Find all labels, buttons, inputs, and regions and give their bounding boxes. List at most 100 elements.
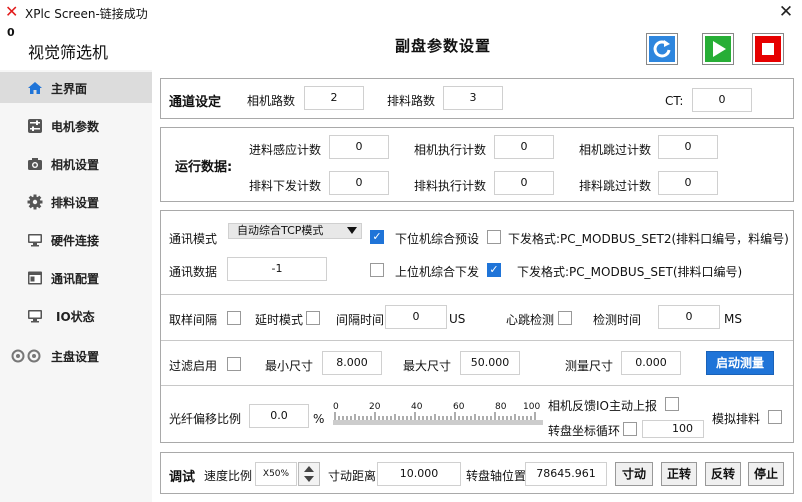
axis-position-field: 78645.961	[525, 462, 607, 486]
slider-tick-label: 0	[333, 402, 339, 412]
speed-ratio-label: 速度比例	[204, 469, 253, 483]
discharge-skip-count-field: 0	[658, 171, 718, 195]
detect-time-unit: MS	[724, 312, 742, 326]
sidebar-item-comm-config[interactable]: 通讯配置	[0, 262, 152, 293]
sidebar-item-io-status[interactable]: IO状态	[0, 300, 152, 331]
heartbeat-checkbox[interactable]	[558, 311, 572, 325]
refresh-button[interactable]	[646, 33, 678, 65]
gap-time-field[interactable]: 0	[385, 305, 447, 329]
sidebar-item-hardware[interactable]: 硬件连接	[0, 224, 152, 255]
preset-label: 下位机综合预设	[395, 232, 480, 246]
camera-skip-count-label: 相机跳过计数	[579, 143, 652, 157]
sim-discharge-label: 模拟排料	[712, 412, 761, 426]
sidebar-item-label: 通讯配置	[51, 272, 100, 286]
sidebar-item-main-disc[interactable]: 主盘设置	[0, 340, 152, 371]
filter-enable-checkbox[interactable]	[227, 357, 241, 371]
format-label: 下发格式:PC_MODBUS_SET(排料口编号)	[517, 265, 743, 279]
delay-mode-checkbox[interactable]	[306, 311, 320, 325]
gap-time-unit: US	[449, 312, 466, 326]
slider-tick-label: 60	[453, 402, 465, 412]
stepper-up-icon[interactable]	[304, 466, 314, 472]
channel-panel: 通道设定 相机路数 2 排料路数 3 CT: 0	[160, 78, 794, 119]
forward-button[interactable]: 正转	[661, 462, 697, 486]
window-title: XPlc Screen-链接成功	[25, 7, 148, 21]
ct-label: CT:	[665, 94, 684, 108]
refresh-icon	[649, 36, 675, 62]
min-size-label: 最小尺寸	[265, 359, 314, 373]
detect-time-label: 检测时间	[593, 313, 642, 327]
upper-send-checkbox[interactable]	[370, 263, 384, 277]
sample-interval-checkbox[interactable]	[227, 311, 241, 325]
sidebar-item-label: 主界面	[51, 82, 88, 96]
ct-field[interactable]: 0	[692, 88, 752, 112]
feedback-io-label: 相机反馈IO主动上报	[548, 399, 657, 413]
min-size-field[interactable]: 8.000	[322, 351, 382, 375]
stepper-down-icon[interactable]	[304, 476, 314, 482]
start-measure-button[interactable]: 启动测量	[706, 351, 774, 375]
window-close-button[interactable]: ✕	[776, 2, 796, 22]
sidebar-item-label: 主盘设置	[51, 350, 100, 364]
slider-tick-label: 100	[523, 402, 541, 412]
format2-label: 下发格式:PC_MODBUS_SET2(排料口编号，料编号)	[508, 232, 789, 246]
upper-send-label: 上位机综合下发	[395, 265, 480, 279]
comm-mode-label: 通讯模式	[169, 232, 218, 246]
feed-sense-count-field: 0	[329, 135, 389, 159]
sidebar-item-discharge[interactable]: 排料设置	[0, 186, 152, 217]
monitor-icon	[28, 310, 42, 323]
stop-motion-button[interactable]: 停止	[748, 462, 784, 486]
sampling-section: 取样间隔 延时模式 间隔时间 0 US 心跳检测 检测时间 0 MS	[161, 295, 793, 341]
fiber-section: 光纤偏移比例 0.0 % 0 20 40 60 80 100 相机反馈IO主动上…	[161, 386, 793, 444]
jog-distance-field[interactable]: 10.000	[377, 462, 461, 486]
format-checkbox[interactable]: ✓	[487, 263, 501, 277]
sliders-icon	[28, 119, 42, 133]
sidebar-item-label: 相机设置	[51, 158, 100, 172]
disc-loop-label: 转盘坐标循环	[548, 424, 621, 438]
comm-data-field[interactable]: -1	[227, 257, 327, 281]
slider-tick-label: 80	[495, 402, 507, 412]
measure-size-field: 0.000	[621, 351, 681, 375]
camera-count-field[interactable]: 2	[304, 86, 364, 110]
feedback-io-checkbox[interactable]	[665, 397, 679, 411]
speed-ratio-stepper[interactable]	[298, 462, 320, 486]
title-bar: ✕ XPlc Screen-链接成功 ✕	[0, 0, 802, 26]
detect-time-field[interactable]: 0	[658, 305, 720, 329]
measure-size-label: 测量尺寸	[565, 359, 614, 373]
fiber-offset-field[interactable]: 0.0	[249, 404, 309, 428]
jog-button[interactable]: 寸动	[615, 462, 653, 486]
sidebar-item-label: 硬件连接	[51, 234, 100, 248]
camera-exec-count-field: 0	[494, 135, 554, 159]
feed-sense-count-label: 进料感应计数	[249, 143, 322, 157]
sidebar-item-motor[interactable]: 电机参数	[0, 110, 152, 141]
stop-icon	[755, 36, 781, 62]
max-size-field[interactable]: 50.000	[460, 351, 520, 375]
counter-text: 0	[7, 26, 15, 39]
discharge-count-field[interactable]: 3	[443, 86, 503, 110]
sidebar-item-home[interactable]: 主界面	[0, 72, 152, 103]
debug-panel: 调试 速度比例 X50% 寸动距离 10.000 转盘轴位置 78645.961…	[160, 452, 794, 494]
speed-ratio-field[interactable]: X50%	[255, 462, 297, 486]
stop-button[interactable]	[752, 33, 784, 65]
camera-skip-count-field: 0	[658, 135, 718, 159]
chevron-down-icon	[347, 227, 357, 234]
comm-mode-select[interactable]: 自动综合TCP模式	[228, 223, 362, 239]
start-button[interactable]	[702, 33, 734, 65]
app-name: 视觉筛选机	[28, 43, 109, 62]
discharge-exec-count-field: 0	[494, 171, 554, 195]
comm-section: 通讯模式 自动综合TCP模式 ✓ 下位机综合预设 下发格式:PC_MODBUS_…	[161, 211, 793, 295]
sim-discharge-checkbox[interactable]	[768, 410, 782, 424]
slider-ruler	[333, 412, 543, 425]
sidebar-item-camera[interactable]: 相机设置	[0, 148, 152, 179]
slider-tick-label: 20	[369, 402, 381, 412]
format2-checkbox[interactable]	[487, 230, 501, 244]
axis-position-label: 转盘轴位置	[466, 469, 527, 483]
disc-loop-checkbox[interactable]	[623, 422, 637, 436]
reverse-button[interactable]: 反转	[705, 462, 741, 486]
discharge-send-count-label: 排料下发计数	[249, 179, 322, 193]
preset-checkbox[interactable]: ✓	[370, 230, 384, 244]
discharge-exec-count-label: 排料执行计数	[414, 179, 487, 193]
jog-distance-label: 寸动距离	[328, 469, 377, 483]
max-size-label: 最大尺寸	[403, 359, 452, 373]
fiber-offset-slider[interactable]: 0 20 40 60 80 100	[333, 402, 543, 430]
filter-section: 过滤启用 最小尺寸 8.000 最大尺寸 50.000 测量尺寸 0.000 启…	[161, 341, 793, 386]
disc-loop-field[interactable]: 100	[642, 420, 704, 438]
